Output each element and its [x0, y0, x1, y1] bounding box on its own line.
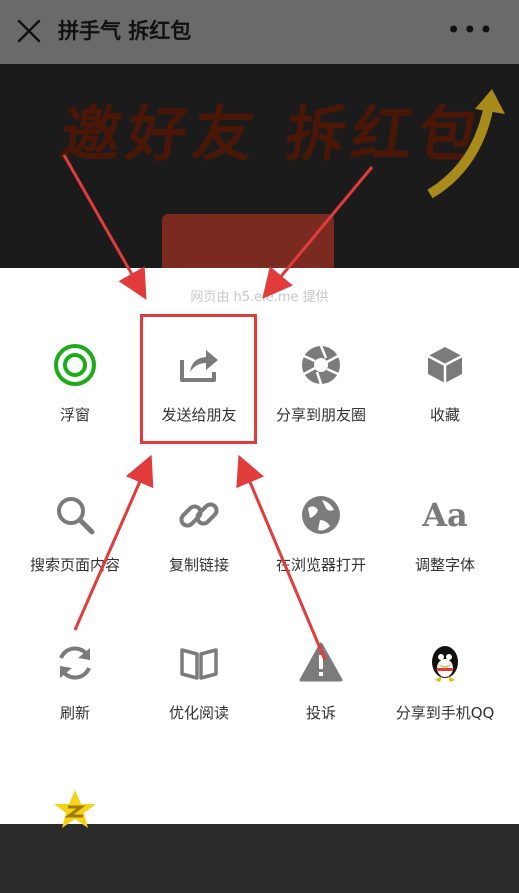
arrow	[62, 154, 147, 300]
annotation-arrows	[62, 154, 374, 661]
arrow	[73, 454, 154, 631]
arrow	[262, 166, 374, 299]
arrow	[236, 454, 327, 661]
